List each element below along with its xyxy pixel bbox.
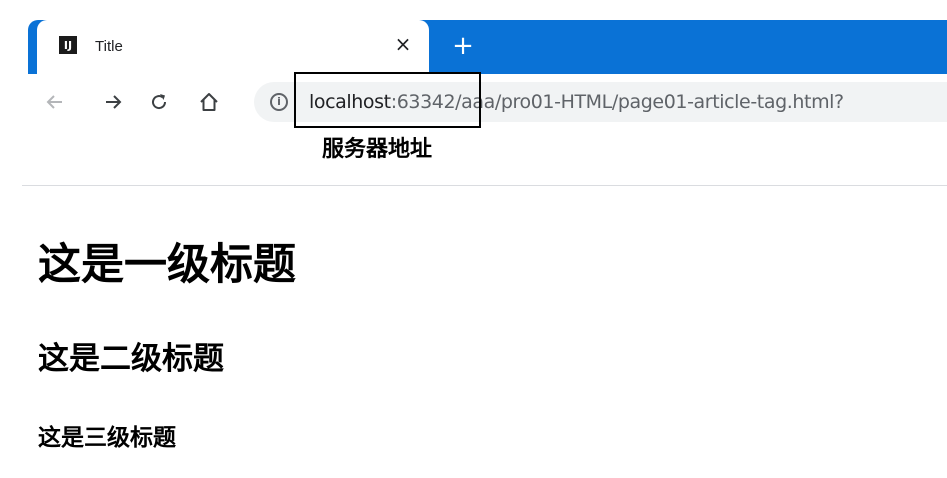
arrow-right-icon xyxy=(106,95,122,109)
forward-button[interactable] xyxy=(98,87,128,117)
new-tab-button[interactable]: + xyxy=(450,33,476,59)
heading-level-1: 这是一级标题 xyxy=(38,240,296,290)
reload-icon xyxy=(152,94,167,110)
reload-button[interactable] xyxy=(144,87,174,117)
home-button[interactable] xyxy=(194,87,224,117)
annotation-label: 服务器地址 xyxy=(322,136,433,162)
heading-level-2: 这是二级标题 xyxy=(38,341,224,377)
browser-window: IJ Title × + i localhost:63342/aaa/pro01… xyxy=(0,0,947,478)
toolbar-divider xyxy=(22,185,947,186)
heading-level-3: 这是三级标题 xyxy=(38,425,176,451)
intellij-favicon-icon: IJ xyxy=(59,36,77,54)
active-tab[interactable]: IJ Title × xyxy=(37,20,429,74)
home-icon xyxy=(200,93,218,111)
info-icon[interactable]: i xyxy=(270,93,288,111)
close-tab-icon[interactable]: × xyxy=(392,33,414,55)
tab-strip: IJ Title × + xyxy=(0,0,947,74)
tab-title: Title xyxy=(95,38,123,55)
back-button[interactable] xyxy=(40,87,70,117)
arrow-left-icon xyxy=(46,95,62,109)
annotation-highlight-box xyxy=(294,72,481,128)
